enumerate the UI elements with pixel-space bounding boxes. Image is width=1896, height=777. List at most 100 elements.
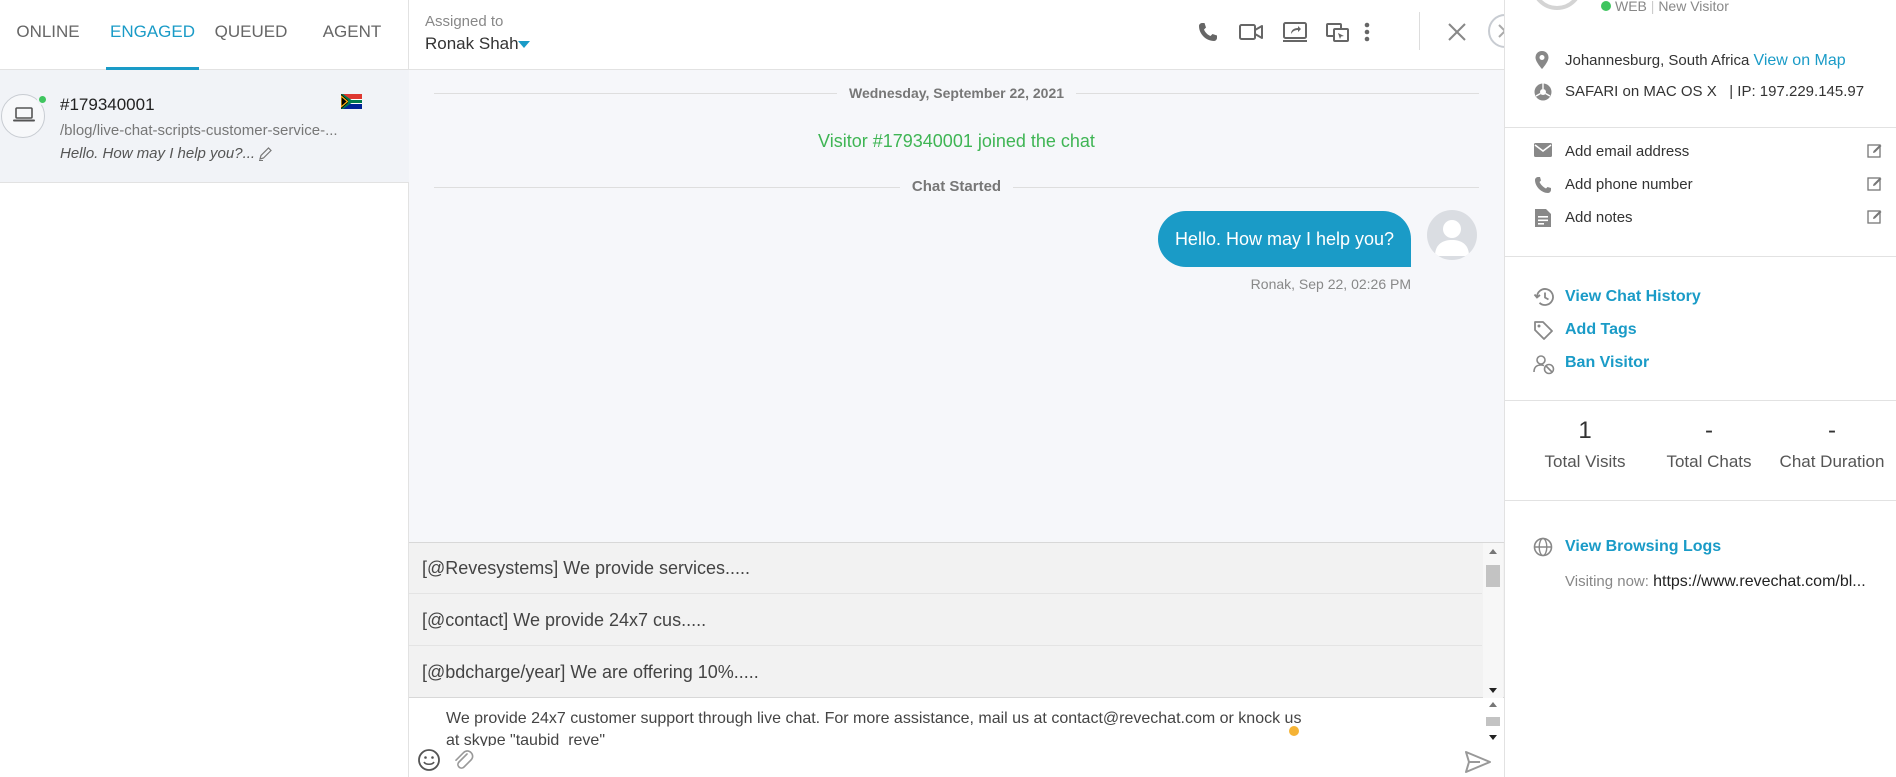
visitor-tabs: ONLINE ENGAGED QUEUED AGENT bbox=[0, 0, 409, 70]
add-tags-text[interactable]: Add Tags bbox=[1565, 321, 1637, 338]
visitor-browser: SAFARI on MAC OS X | IP: 197.229.145.97 bbox=[1565, 83, 1865, 100]
browser-text: SAFARI on MAC OS X bbox=[1565, 83, 1717, 100]
chat-duration-label: Chat Duration bbox=[1779, 452, 1885, 471]
notes-icon bbox=[1535, 209, 1551, 227]
channel-label: WEB bbox=[1615, 0, 1647, 14]
video-call-icon[interactable] bbox=[1237, 18, 1265, 46]
canned-response-item[interactable]: [@contact] We provide 24x7 cus..... bbox=[409, 595, 1482, 646]
total-chats-value: - bbox=[1705, 417, 1713, 444]
visiting-now-url[interactable]: https://www.revechat.com/bl... bbox=[1653, 573, 1866, 590]
scroll-down-arrow-icon[interactable] bbox=[1489, 688, 1497, 693]
edit-icon[interactable] bbox=[1867, 176, 1883, 192]
visitor-joined-notice: Visitor #179340001 joined the chat bbox=[818, 131, 1095, 151]
app-window: ONLINE ENGAGED QUEUED AGENT #179340001 /… bbox=[0, 0, 1896, 777]
chat-duration-value: - bbox=[1828, 417, 1836, 444]
total-visits-value: 1 bbox=[1578, 417, 1592, 444]
ban-visitor-text[interactable]: Ban Visitor bbox=[1565, 354, 1649, 371]
add-notes-field[interactable]: Add notes bbox=[1565, 209, 1633, 226]
ban-visitor-link[interactable]: Ban Visitor bbox=[1565, 354, 1649, 372]
scroll-up-arrow-icon[interactable] bbox=[1489, 702, 1497, 707]
add-phone-field[interactable]: Add phone number bbox=[1565, 176, 1693, 193]
visitor-id: #179340001 bbox=[60, 95, 155, 114]
visitor-channel: WEB | New Visitor bbox=[1615, 0, 1729, 14]
cobrowse-icon[interactable] bbox=[1324, 18, 1352, 46]
section-divider bbox=[1505, 127, 1896, 128]
message-meta: Ronak, Sep 22, 02:26 PM bbox=[1250, 276, 1411, 292]
add-email-field[interactable]: Add email address bbox=[1565, 143, 1689, 160]
visitor-url: /blog/live-chat-scripts-customer-service… bbox=[60, 122, 338, 139]
message-composer: We provide 24x7 customer support through… bbox=[409, 698, 1504, 777]
visitor-last-message: Hello. How may I help you?... bbox=[60, 145, 273, 162]
total-chats-label: Total Chats bbox=[1666, 452, 1752, 471]
visitor-location: Johannesburg, South Africa View on Map bbox=[1565, 52, 1846, 70]
phone-icon bbox=[1535, 177, 1551, 193]
scrollbar-thumb[interactable] bbox=[1486, 717, 1500, 726]
section-divider bbox=[1505, 400, 1896, 401]
tag-icon bbox=[1534, 321, 1553, 340]
pencil-icon bbox=[259, 147, 272, 162]
emoji-icon[interactable] bbox=[417, 748, 441, 772]
location-pin-icon bbox=[1535, 51, 1549, 69]
attachment-icon[interactable] bbox=[451, 748, 475, 772]
more-options-icon[interactable] bbox=[1358, 18, 1376, 46]
tab-engaged[interactable]: ENGAGED bbox=[106, 0, 199, 70]
location-text: Johannesburg, South Africa bbox=[1565, 52, 1750, 69]
phone-call-icon[interactable] bbox=[1194, 18, 1222, 46]
visitor-list-item[interactable]: #179340001 /blog/live-chat-scripts-custo… bbox=[0, 70, 409, 183]
close-chat-icon[interactable] bbox=[1443, 18, 1471, 46]
globe-icon bbox=[1533, 537, 1553, 557]
edit-icon[interactable] bbox=[1867, 209, 1883, 225]
view-browsing-logs-link[interactable]: View Browsing Logs bbox=[1565, 538, 1721, 556]
online-status-dot bbox=[1601, 1, 1611, 11]
assigned-label: Assigned to bbox=[425, 13, 504, 30]
history-icon bbox=[1533, 288, 1554, 306]
send-icon[interactable] bbox=[1464, 750, 1492, 774]
user-silhouette-icon bbox=[1435, 220, 1469, 256]
view-browsing-logs-text[interactable]: View Browsing Logs bbox=[1565, 538, 1721, 555]
caret-down-icon[interactable] bbox=[518, 41, 530, 48]
screen-share-icon[interactable] bbox=[1281, 18, 1309, 46]
canned-response-item[interactable]: [@bdcharge/year] We are offering 10%....… bbox=[409, 647, 1482, 698]
visiting-now-label: Visiting now: bbox=[1565, 573, 1649, 590]
canned-list-scrollbar[interactable] bbox=[1483, 543, 1503, 699]
laptop-icon bbox=[13, 107, 35, 122]
canned-response-item[interactable]: [@Revesystems] We provide services..... bbox=[409, 543, 1482, 594]
chat-started-label: Chat Started bbox=[899, 178, 1014, 195]
chat-date: Wednesday, September 22, 2021 bbox=[836, 85, 1077, 101]
agent-avatar bbox=[1427, 210, 1477, 260]
visiting-now: Visiting now: https://www.revechat.com/b… bbox=[1565, 573, 1866, 591]
tab-queued[interactable]: QUEUED bbox=[213, 0, 289, 70]
scrollbar-thumb[interactable] bbox=[1486, 565, 1500, 587]
add-tags-link[interactable]: Add Tags bbox=[1565, 321, 1637, 339]
chat-panel: Assigned to Ronak Shah Wednesday, Septem… bbox=[409, 0, 1522, 777]
last-message-text: Hello. How may I help you?... bbox=[60, 145, 256, 162]
assigned-agent-select[interactable]: Ronak Shah bbox=[425, 34, 519, 54]
section-divider bbox=[1505, 500, 1896, 501]
chat-started-divider: Chat Started bbox=[409, 178, 1504, 195]
view-chat-history-link[interactable]: View Chat History bbox=[1565, 288, 1701, 306]
ip-address: IP: 197.229.145.97 bbox=[1737, 83, 1865, 100]
section-divider bbox=[1505, 256, 1896, 257]
chat-date-divider: Wednesday, September 22, 2021 bbox=[409, 85, 1504, 101]
typing-indicator-dot bbox=[1289, 726, 1299, 736]
composer-scrollbar[interactable] bbox=[1483, 700, 1503, 742]
scroll-down-arrow-icon[interactable] bbox=[1489, 735, 1497, 740]
message-input[interactable]: We provide 24x7 customer support through… bbox=[446, 708, 1306, 746]
visitor-list-panel: ONLINE ENGAGED QUEUED AGENT #179340001 /… bbox=[0, 0, 409, 777]
chat-header: Assigned to Ronak Shah bbox=[409, 0, 1522, 70]
total-visits-label: Total Visits bbox=[1544, 452, 1626, 471]
canned-responses-list: [@Revesystems] We provide services..... … bbox=[409, 542, 1504, 699]
visitor-info-panel: WEB | New Visitor Johannesburg, South Af… bbox=[1504, 0, 1896, 777]
header-divider bbox=[1419, 12, 1420, 50]
tab-online[interactable]: ONLINE bbox=[0, 0, 96, 70]
edit-icon[interactable] bbox=[1867, 143, 1883, 159]
visitor-type: New Visitor bbox=[1658, 0, 1729, 14]
south-africa-flag-icon bbox=[341, 94, 362, 109]
email-icon bbox=[1534, 143, 1552, 157]
browser-icon bbox=[1534, 83, 1552, 101]
scroll-up-arrow-icon[interactable] bbox=[1489, 549, 1497, 554]
view-on-map-link[interactable]: View on Map bbox=[1753, 52, 1845, 69]
tab-agent[interactable]: AGENT bbox=[312, 0, 392, 70]
online-status-dot bbox=[37, 94, 48, 105]
view-chat-history-text[interactable]: View Chat History bbox=[1565, 288, 1701, 305]
